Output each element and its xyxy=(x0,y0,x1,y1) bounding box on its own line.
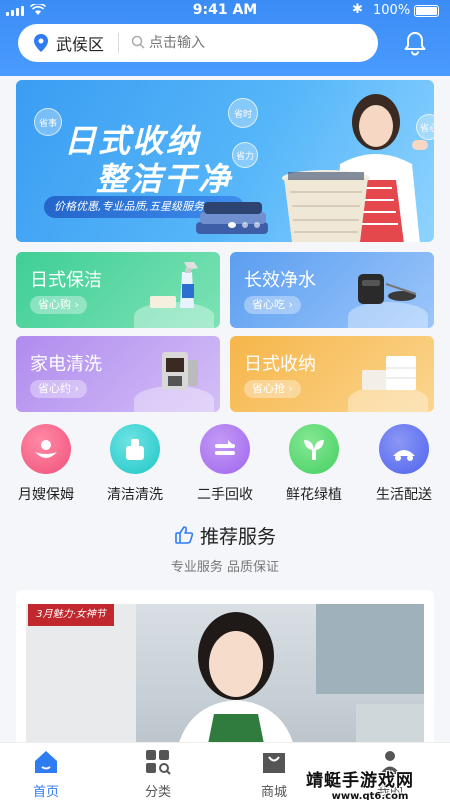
search-input[interactable] xyxy=(149,35,330,51)
location-pin-icon xyxy=(32,33,50,53)
location-selector[interactable]: 武侯区 xyxy=(56,31,104,55)
search-bar[interactable]: 武侯区 xyxy=(18,24,378,62)
battery-icon xyxy=(414,5,439,17)
category-item[interactable]: 清洁清洗 xyxy=(95,424,175,504)
bell-icon[interactable] xyxy=(402,30,428,56)
category-item[interactable]: 生活配送 xyxy=(364,424,444,504)
cooker-image xyxy=(358,274,417,304)
service-card-label: 长效净水 xyxy=(244,270,316,291)
promo-tag: 3月魅力·女神节 xyxy=(28,604,114,626)
category-item[interactable]: 鲜花绿植 xyxy=(274,424,354,504)
service-card-label: 家电清洗 xyxy=(30,354,102,375)
service-card-button[interactable]: 省心吃 › xyxy=(244,296,301,314)
tab-label: 分类 xyxy=(144,785,171,800)
watermark: 靖蜓手游戏网 www.qt6.com xyxy=(306,771,414,800)
coffee-machine-image xyxy=(162,352,198,390)
category-label: 清洁清洗 xyxy=(107,487,163,503)
category-label: 生活配送 xyxy=(376,487,432,503)
tab-home[interactable]: 首页 xyxy=(6,749,86,800)
promo-banner[interactable]: 省时 省事 省力 省心 日式收纳 整洁干净 价格优惠,专业品质,五星级服务 xyxy=(16,80,434,242)
service-card-button[interactable]: 省心购 › xyxy=(30,296,87,314)
search-divider xyxy=(118,33,120,53)
tab-shop[interactable]: 商城 xyxy=(234,749,314,800)
service-card-appliance[interactable]: 家电清洗 省心约 › xyxy=(16,336,220,412)
category-icon xyxy=(146,750,171,775)
tab-label: 首页 xyxy=(32,785,59,800)
top-header: 9:41 AM ✱ 100% 武侯区 xyxy=(0,0,450,76)
spray-bottle-image xyxy=(150,262,198,308)
laundry-basket-image xyxy=(282,170,370,242)
thumbs-up-icon xyxy=(174,525,194,550)
service-card-button[interactable]: 省心约 › xyxy=(30,380,87,398)
service-card-storage[interactable]: 日式收纳 省心抢 › xyxy=(230,336,434,412)
tab-label: 商城 xyxy=(260,785,287,800)
banner-bubble: 省力 xyxy=(232,142,258,168)
storage-boxes-image xyxy=(362,356,416,390)
category-item[interactable]: 二手回收 xyxy=(185,424,265,504)
bluetooth-icon: ✱ xyxy=(352,2,363,17)
category-label: 二手回收 xyxy=(197,487,253,503)
status-bar: 9:41 AM ✱ 100% xyxy=(0,0,450,22)
plant-icon xyxy=(289,424,339,474)
delivery-icon xyxy=(379,424,429,474)
folded-towels-image xyxy=(196,202,268,234)
recommend-title-text: 推荐服务 xyxy=(199,526,276,548)
banner-pagination[interactable] xyxy=(228,222,260,228)
category-row: 月嫂保姆 清洁清洗 二手回收 鲜花绿植 生活配送 xyxy=(0,424,450,506)
service-card-label: 日式收纳 xyxy=(244,354,316,375)
battery-percent: 100% xyxy=(373,3,411,18)
search-icon xyxy=(131,34,145,53)
recommend-card[interactable]: 3月魅力·女神节 xyxy=(16,590,434,750)
home-icon xyxy=(35,751,57,773)
recycle-icon xyxy=(200,424,250,474)
shop-icon xyxy=(263,753,285,773)
category-item[interactable]: 月嫂保姆 xyxy=(6,424,86,504)
service-card-label: 日式保洁 xyxy=(30,270,102,291)
baby-care-icon xyxy=(21,424,71,474)
tab-category[interactable]: 分类 xyxy=(118,749,198,800)
recommend-subtitle: 专业服务 品质保证 xyxy=(170,560,280,575)
category-label: 鲜花绿植 xyxy=(286,487,342,503)
cleaning-icon xyxy=(110,424,160,474)
recommend-title: 推荐服务 xyxy=(0,522,450,550)
banner-bubble: 省时 xyxy=(228,98,258,128)
service-card-button[interactable]: 省心抢 › xyxy=(244,380,301,398)
service-card-water[interactable]: 长效净水 省心吃 › xyxy=(230,252,434,328)
category-label: 月嫂保姆 xyxy=(18,487,74,503)
banner-bubble: 省事 xyxy=(34,108,62,136)
service-card-cleaning[interactable]: 日式保洁 省心购 › xyxy=(16,252,220,328)
banner-title-2: 整洁干净 xyxy=(96,160,233,198)
